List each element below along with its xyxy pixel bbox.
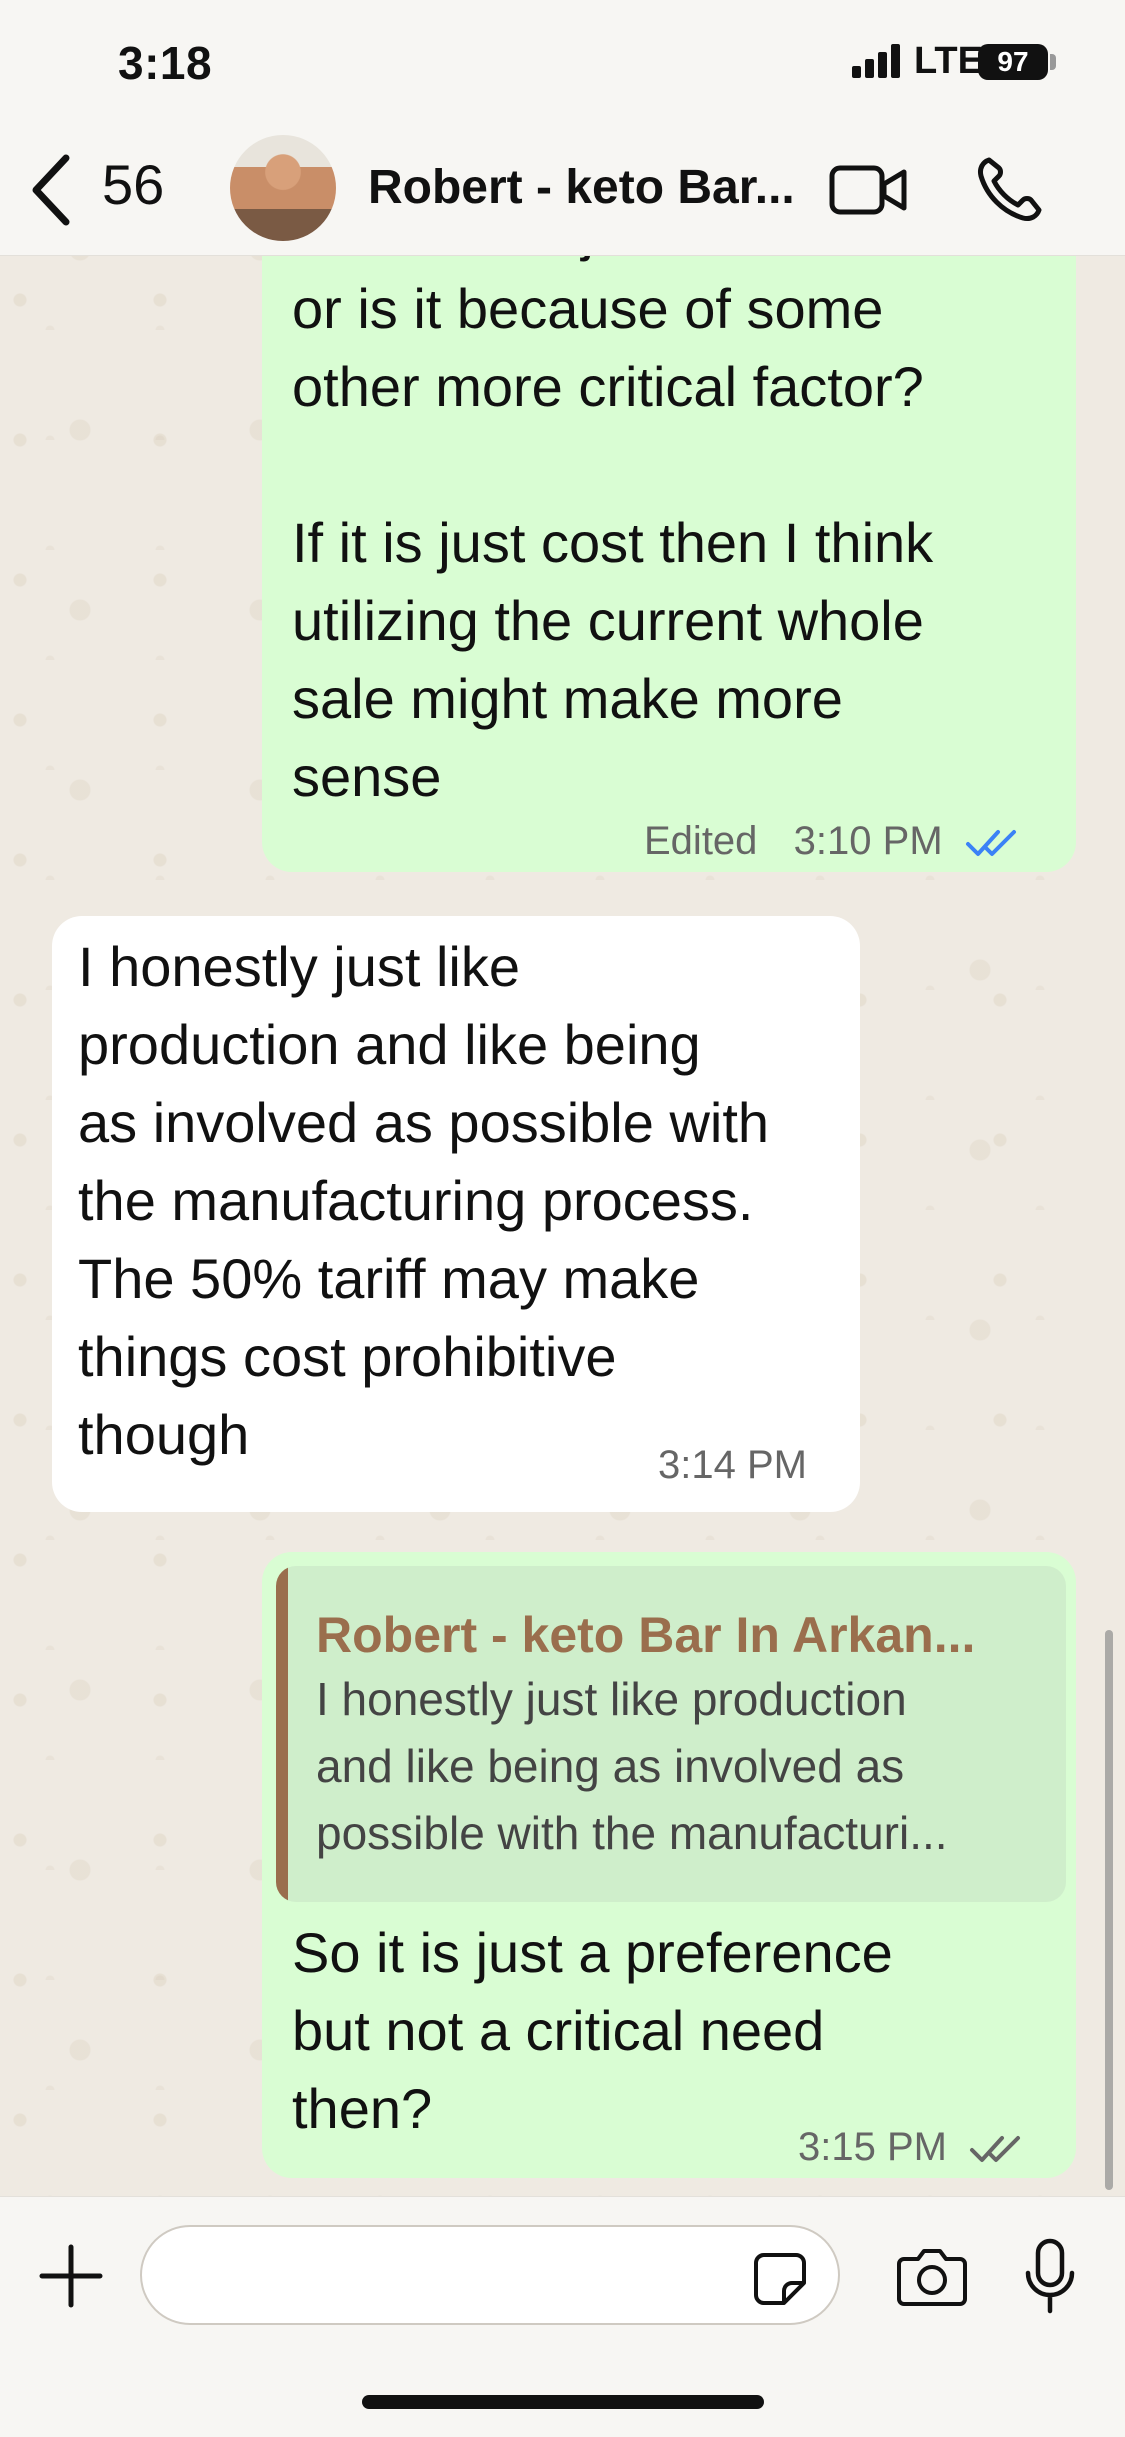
quote-text: I honestly just like production and like…	[316, 1673, 948, 1859]
quoted-message[interactable]: Robert - keto Bar In Arkan... I honestly…	[276, 1566, 1066, 1902]
message-meta: Edited 3:10 PM	[644, 802, 1024, 880]
incoming-message[interactable]: I honestly just like production and like…	[52, 916, 860, 1512]
chevron-left-icon[interactable]	[22, 150, 82, 230]
home-indicator[interactable]	[362, 2395, 764, 2409]
unread-count[interactable]: 56	[102, 152, 164, 217]
video-call-icon[interactable]	[828, 160, 908, 220]
outgoing-message[interactable]: because of just cost alone or is it beca…	[262, 256, 1076, 872]
microphone-icon[interactable]	[1020, 2237, 1080, 2317]
delivered-ticks-icon	[970, 2136, 1021, 2163]
plus-icon[interactable]	[36, 2241, 106, 2311]
network-type: LTE	[914, 40, 983, 82]
camera-icon[interactable]	[896, 2245, 968, 2307]
message-meta: 3:15 PM	[798, 2108, 1028, 2186]
status-bar: 3:18 LTE 97	[0, 0, 1125, 130]
phone-call-icon[interactable]	[975, 154, 1045, 224]
contact-avatar[interactable]	[230, 135, 336, 241]
edited-label: Edited	[644, 819, 758, 863]
message-time: 3:10 PM	[793, 819, 943, 863]
message-time: 3:14 PM	[658, 1443, 807, 1487]
message-text: I honestly just like production and like…	[78, 935, 770, 1466]
battery-tip	[1050, 54, 1056, 70]
message-composer	[0, 2196, 1125, 2437]
sticker-icon[interactable]	[752, 2251, 808, 2307]
message-input[interactable]	[140, 2225, 840, 2325]
scrollbar[interactable]	[1105, 1630, 1113, 2190]
message-time: 3:15 PM	[798, 2125, 947, 2169]
message-text: because of just cost alone or is it beca…	[292, 256, 940, 808]
read-ticks-icon	[965, 830, 1016, 857]
contact-name[interactable]: Robert - keto Bar...	[368, 160, 795, 215]
chat-header: 56 Robert - keto Bar...	[0, 130, 1125, 256]
quote-accent-bar	[276, 1566, 288, 1902]
battery-indicator: 97	[978, 44, 1048, 80]
cellular-signal-icon	[852, 44, 904, 78]
quote-author: Robert - keto Bar In Arkan...	[316, 1607, 976, 1663]
outgoing-message[interactable]: Robert - keto Bar In Arkan... I honestly…	[262, 1552, 1076, 2178]
message-list[interactable]: because of just cost alone or is it beca…	[0, 256, 1125, 2196]
status-time: 3:18	[118, 37, 213, 89]
